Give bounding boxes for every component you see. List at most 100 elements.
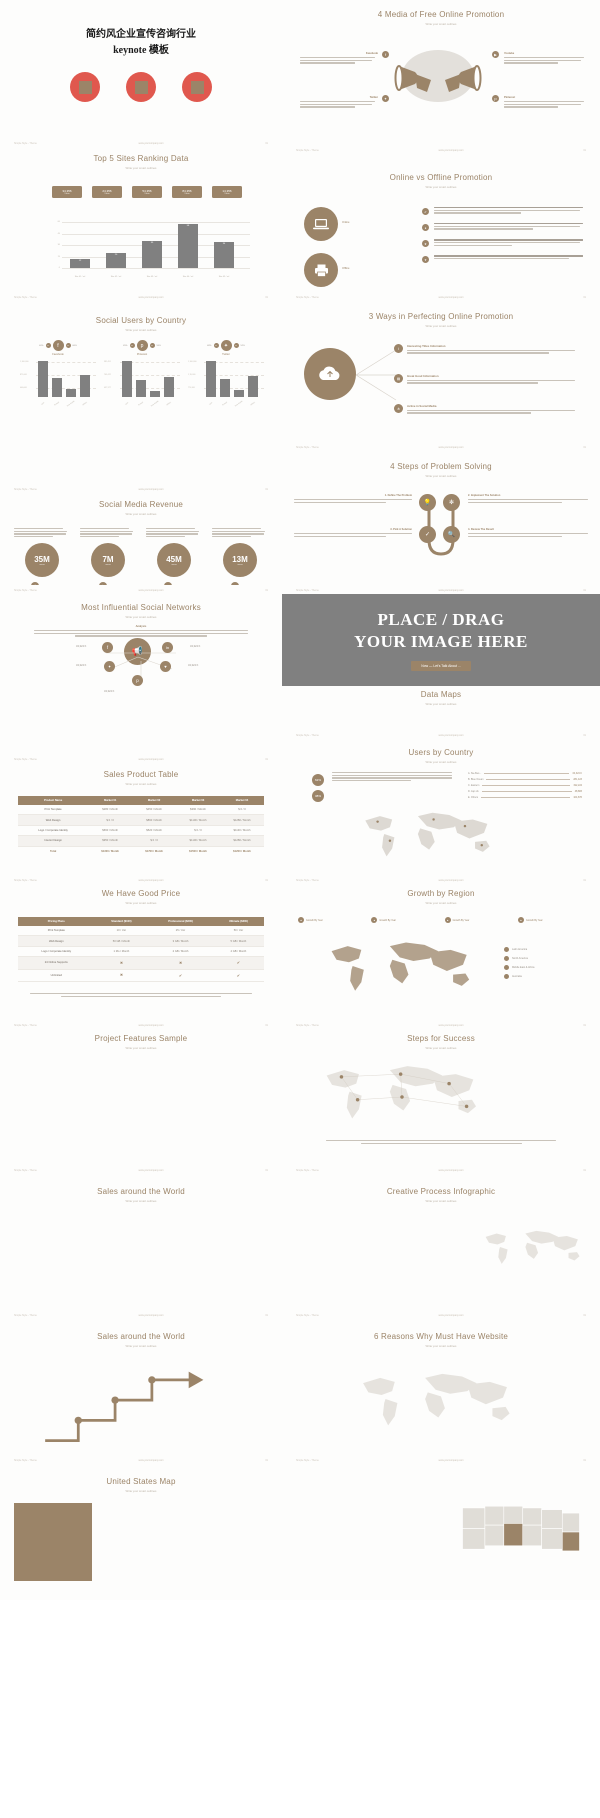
- column-header[interactable]: Standard ($100): [94, 917, 149, 926]
- bar[interactable]: [38, 361, 48, 397]
- table-row[interactable]: Logo / Corporate Identity $660 / Month $52…: [18, 825, 264, 837]
- slide-online-offline[interactable]: Simple Style - Theme www.yourcompany.com…: [282, 145, 600, 290]
- slide-top5-ranking[interactable]: Simple Style - Theme www.yourcompany.com…: [0, 140, 282, 290]
- step-1[interactable]: 1. Define The Problem: [294, 494, 412, 504]
- ranking-pill[interactable]: 24,356 Visits: [92, 186, 122, 199]
- bar[interactable]: 20: [106, 252, 126, 268]
- slide-media-promotion[interactable]: 4 Media of Free Online Promotion Write y…: [282, 0, 600, 145]
- media-item-twitter[interactable]: Twitter: [300, 96, 378, 109]
- product-table[interactable]: Product Name Market 01 Market 02 Market 03 M…: [18, 796, 264, 856]
- column-header[interactable]: Ultimate ($300): [212, 917, 264, 926]
- table-row[interactable]: Interior Design $950 / Month $ 0 / 0 $1100 …: [18, 835, 264, 847]
- bar[interactable]: 58: [178, 223, 198, 268]
- bar[interactable]: [150, 390, 160, 397]
- bar[interactable]: [206, 361, 216, 397]
- table-row[interactable]: Logo / Corporate Identity 1 Mo / Month 2 G…: [18, 946, 264, 958]
- ranking-pill[interactable]: 34,356 Visits: [52, 186, 82, 199]
- slide-sales-world-1[interactable]: Simple Style - Theme www.yourcompany.com…: [282, 1165, 600, 1310]
- image-drop-zone[interactable]: PLACE / DRAG YOUR IMAGE HERE Now — Let's…: [282, 594, 600, 686]
- slide-six-reasons[interactable]: Simple Style - Theme www.yourcompany.com…: [0, 1455, 282, 1600]
- legend-row[interactable]: C. Eastern 192,224: [468, 784, 582, 787]
- slide-usa-map[interactable]: Simple Style - Theme www.yourcompany.com…: [282, 1455, 600, 1600]
- table-row[interactable]: 24 Online Supports ✖ ✖ ✔: [18, 956, 264, 970]
- growth-tabs[interactable]: ▲ Growth By Year ▲ Growth By Year ▲ Growth By…: [298, 917, 584, 923]
- slide-problem-solving[interactable]: Simple Style - Theme www.yourcompany.com…: [282, 440, 600, 585]
- revenue-column[interactable]: 13Musers♥Vimeo: [212, 528, 268, 585]
- table-row[interactable]: Print Template 10 / Usr 25 / Usr 50 / Usr: [18, 926, 264, 937]
- bar[interactable]: 12: [70, 258, 90, 268]
- way-item-3[interactable]: ⋔ Active in Social Media: [394, 404, 584, 415]
- ranking-pill[interactable]: 54,356 Visits: [132, 186, 162, 199]
- bullet-row[interactable]: ●: [422, 223, 584, 232]
- step-3[interactable]: 3. Pick A Solution: [294, 528, 412, 538]
- table-row[interactable]: Web Design 50 GB / Month 3 GB / Month 5 GB …: [18, 935, 264, 947]
- way-item-1[interactable]: i Interesting Titles Information: [394, 344, 584, 355]
- column-header[interactable]: Market 01: [88, 796, 133, 805]
- bar[interactable]: [164, 377, 174, 397]
- bar[interactable]: [122, 361, 132, 397]
- legend-row[interactable]: Australia: [504, 974, 592, 979]
- cta-button[interactable]: Now — Let's Talk About ...: [411, 660, 471, 671]
- growth-tab[interactable]: ▲ Growth By Year: [444, 917, 511, 923]
- media-item-youtube[interactable]: Youtube: [504, 52, 586, 65]
- slide-sales-product-table[interactable]: Simple Style - Theme www.yourcompany.com…: [0, 730, 282, 875]
- column-header[interactable]: Product Name: [18, 796, 89, 805]
- growth-tab[interactable]: ▲ Growth By Year: [517, 917, 584, 923]
- bar[interactable]: [248, 376, 258, 397]
- slide-project-features[interactable]: Simple Style - Theme www.yourcompany.com…: [282, 1020, 600, 1165]
- way-item-2[interactable]: ▤ Great Good Information: [394, 374, 584, 385]
- slide-social-media-revenue[interactable]: Simple Style - Theme www.yourcompany.com…: [0, 440, 282, 585]
- slide-growth-by-region[interactable]: Simple Style - Theme www.yourcompany.com…: [282, 875, 600, 1020]
- step-2[interactable]: 2. Implement The Solution: [468, 494, 588, 504]
- table-row[interactable]: Web Design $ 0 / 0 $860 / Month $1100 / Mon…: [18, 814, 264, 826]
- bullet-row[interactable]: ♥: [422, 255, 584, 264]
- table-row[interactable]: Unlimited ✖ ✔ ✔: [18, 969, 264, 982]
- revenue-column[interactable]: 35MusersfFacebook: [14, 528, 70, 585]
- bar[interactable]: [234, 389, 244, 397]
- bar[interactable]: 34: [214, 241, 234, 268]
- step-4[interactable]: 4. Review The Result: [468, 528, 588, 538]
- column-header[interactable]: Professional ($200): [148, 917, 213, 926]
- bar[interactable]: [52, 378, 62, 397]
- bar[interactable]: 35: [142, 241, 162, 268]
- bar[interactable]: [220, 379, 230, 397]
- social-group[interactable]: 40% ● f ● 60% Facebook 1,100,000 871,000 440,000…: [20, 340, 96, 407]
- legend-row[interactable]: Middle East & Africa: [504, 965, 592, 970]
- slide-users-by-country[interactable]: Simple Style - Theme www.yourcompany.com…: [282, 730, 600, 875]
- legend-row[interactable]: Latin America: [504, 947, 592, 952]
- legend-row[interactable]: E. Others 104,876: [468, 796, 582, 799]
- growth-tab[interactable]: ▲ Growth By Year: [371, 917, 437, 923]
- bullet-row[interactable]: ✔: [422, 207, 584, 215]
- slide-image-placeholder[interactable]: Simple Style - Theme www.yourcompany.com…: [282, 585, 600, 730]
- slide-influential-networks[interactable]: Simple Style - Theme www.yourcompany.com…: [0, 585, 282, 730]
- slide-special-offers[interactable]: Simple Style - Theme www.yourcompany.com…: [0, 1020, 282, 1165]
- table-row[interactable]: Print Template $280 / Month $450 / Month $3…: [18, 805, 264, 816]
- media-item-pinterest[interactable]: Pinterest: [504, 96, 586, 109]
- legend-row[interactable]: D. Jap-Us 48,883: [468, 790, 582, 793]
- slide-good-price[interactable]: Simple Style - Theme www.yourcompany.com…: [0, 875, 282, 1020]
- growth-tab[interactable]: ▲ Growth By Year: [298, 917, 364, 923]
- slide-creative-process[interactable]: Simple Style - Theme www.yourcompany.com…: [0, 1310, 282, 1455]
- revenue-column[interactable]: 45MuserspPinterest: [146, 528, 202, 585]
- column-header[interactable]: Market 03: [176, 796, 220, 805]
- slide-social-users-country[interactable]: Simple Style - Theme www.yourcompany.com…: [0, 290, 282, 440]
- bar[interactable]: [80, 375, 90, 397]
- revenue-column[interactable]: 7Musers✦Twitter: [80, 528, 136, 585]
- ranking-pill[interactable]: 14,356 Visits: [212, 186, 242, 199]
- slide-steps-for-success[interactable]: Simple Style - Theme www.yourcompany.com…: [0, 1165, 282, 1310]
- social-group[interactable]: 45% ● p ● 55% Pinterest 981,451 763,422 497,377 U…: [104, 340, 180, 407]
- legend-row[interactable]: North America: [504, 956, 592, 961]
- legend-row[interactable]: B. Blue Ocean 281,423: [468, 778, 582, 781]
- pricing-table[interactable]: Pricing Plans Standard ($100) Professional…: [18, 917, 264, 982]
- bar[interactable]: [66, 389, 76, 397]
- media-item-facebook[interactable]: Facebook: [300, 52, 378, 65]
- bullet-row[interactable]: ★: [422, 239, 584, 248]
- column-header[interactable]: Pricing Plans: [18, 917, 95, 926]
- social-group[interactable]: 48% ● ✦ ● 52% Twitter 1,100,000 1,76,000 770,100…: [188, 340, 264, 407]
- bar[interactable]: [136, 379, 146, 397]
- column-header[interactable]: Market 04: [220, 796, 264, 805]
- ranking-pill[interactable]: 84,356 Visits: [172, 186, 202, 199]
- slide-sales-world-2[interactable]: Simple Style - Theme www.yourcompany.com…: [282, 1310, 600, 1455]
- legend-row[interactable]: A. Sie-Bes... 34,324 K: [468, 772, 582, 775]
- slide-perfecting-promotion[interactable]: Simple Style - Theme www.yourcompany.com…: [282, 290, 600, 440]
